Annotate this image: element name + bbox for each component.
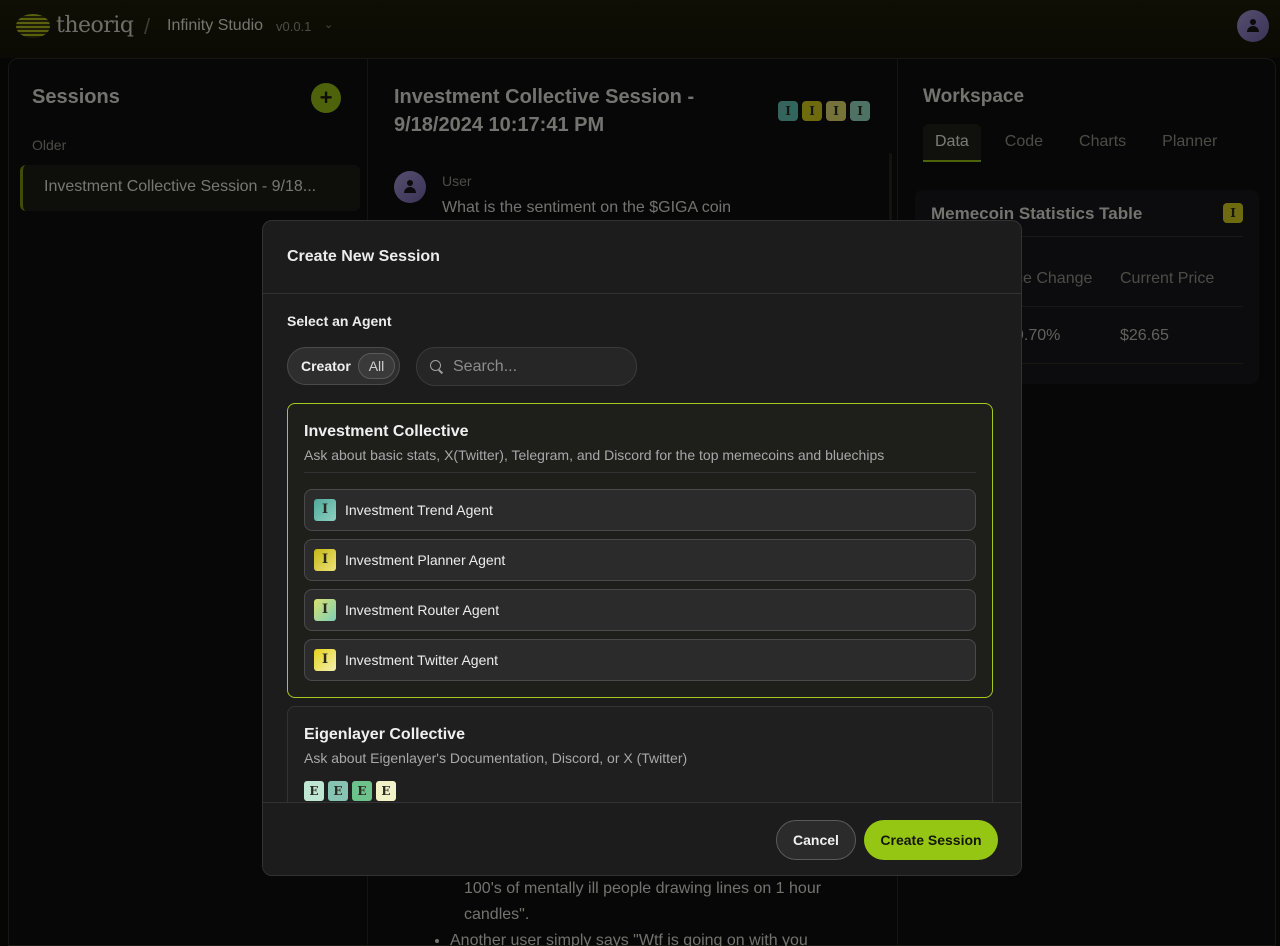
agent-label: Investment Trend Agent xyxy=(345,502,493,518)
collective-agent-icons: E E E E xyxy=(304,781,396,801)
modal-title: Create New Session xyxy=(287,248,440,265)
create-session-button[interactable]: Create Session xyxy=(864,820,998,860)
agent-e-icon: E xyxy=(376,781,396,801)
agent-label: Investment Twitter Agent xyxy=(345,652,499,668)
agent-label: Investment Planner Agent xyxy=(345,552,506,568)
collective-description: Ask about basic stats, X(Twitter), Teleg… xyxy=(304,447,885,463)
agent-e-icon: E xyxy=(352,781,372,801)
filter-creator-option[interactable]: Creator xyxy=(301,358,351,374)
modal-header: Create New Session xyxy=(263,221,1021,294)
agent-e-icon: E xyxy=(304,781,324,801)
cancel-button[interactable]: Cancel xyxy=(776,820,856,860)
agent-e-icon: E xyxy=(328,781,348,801)
creator-filter-toggle[interactable]: Creator All xyxy=(287,347,400,385)
agent-item-router[interactable]: I Investment Router Agent xyxy=(304,589,976,631)
agent-item-planner[interactable]: I Investment Planner Agent xyxy=(304,539,976,581)
filter-all-option[interactable]: All xyxy=(358,353,395,379)
agent-i-icon: I xyxy=(314,649,336,671)
search-icon xyxy=(430,360,443,373)
agent-item-twitter[interactable]: I Investment Twitter Agent xyxy=(304,639,976,681)
agent-i-icon: I xyxy=(314,599,336,621)
agent-item-trend[interactable]: I Investment Trend Agent xyxy=(304,489,976,531)
modal-footer: Cancel Create Session xyxy=(263,802,1021,875)
create-session-modal: Create New Session Select an Agent Creat… xyxy=(262,220,1022,876)
collective-card-eigenlayer[interactable]: Eigenlayer Collective Ask about Eigenlay… xyxy=(287,706,993,803)
search-input[interactable] xyxy=(453,356,628,378)
select-agent-label: Select an Agent xyxy=(287,313,392,329)
agent-i-icon: I xyxy=(314,549,336,571)
divider xyxy=(304,472,976,473)
agent-label: Investment Router Agent xyxy=(345,602,500,618)
collective-list: Investment Collective Ask about basic st… xyxy=(287,403,993,803)
collective-description: Ask about Eigenlayer's Documentation, Di… xyxy=(304,750,688,766)
collective-title: Investment Collective xyxy=(304,423,469,440)
agent-search[interactable] xyxy=(416,347,637,386)
agent-i-icon: I xyxy=(314,499,336,521)
collective-card-investment[interactable]: Investment Collective Ask about basic st… xyxy=(287,403,993,698)
collective-title: Eigenlayer Collective xyxy=(304,726,465,743)
